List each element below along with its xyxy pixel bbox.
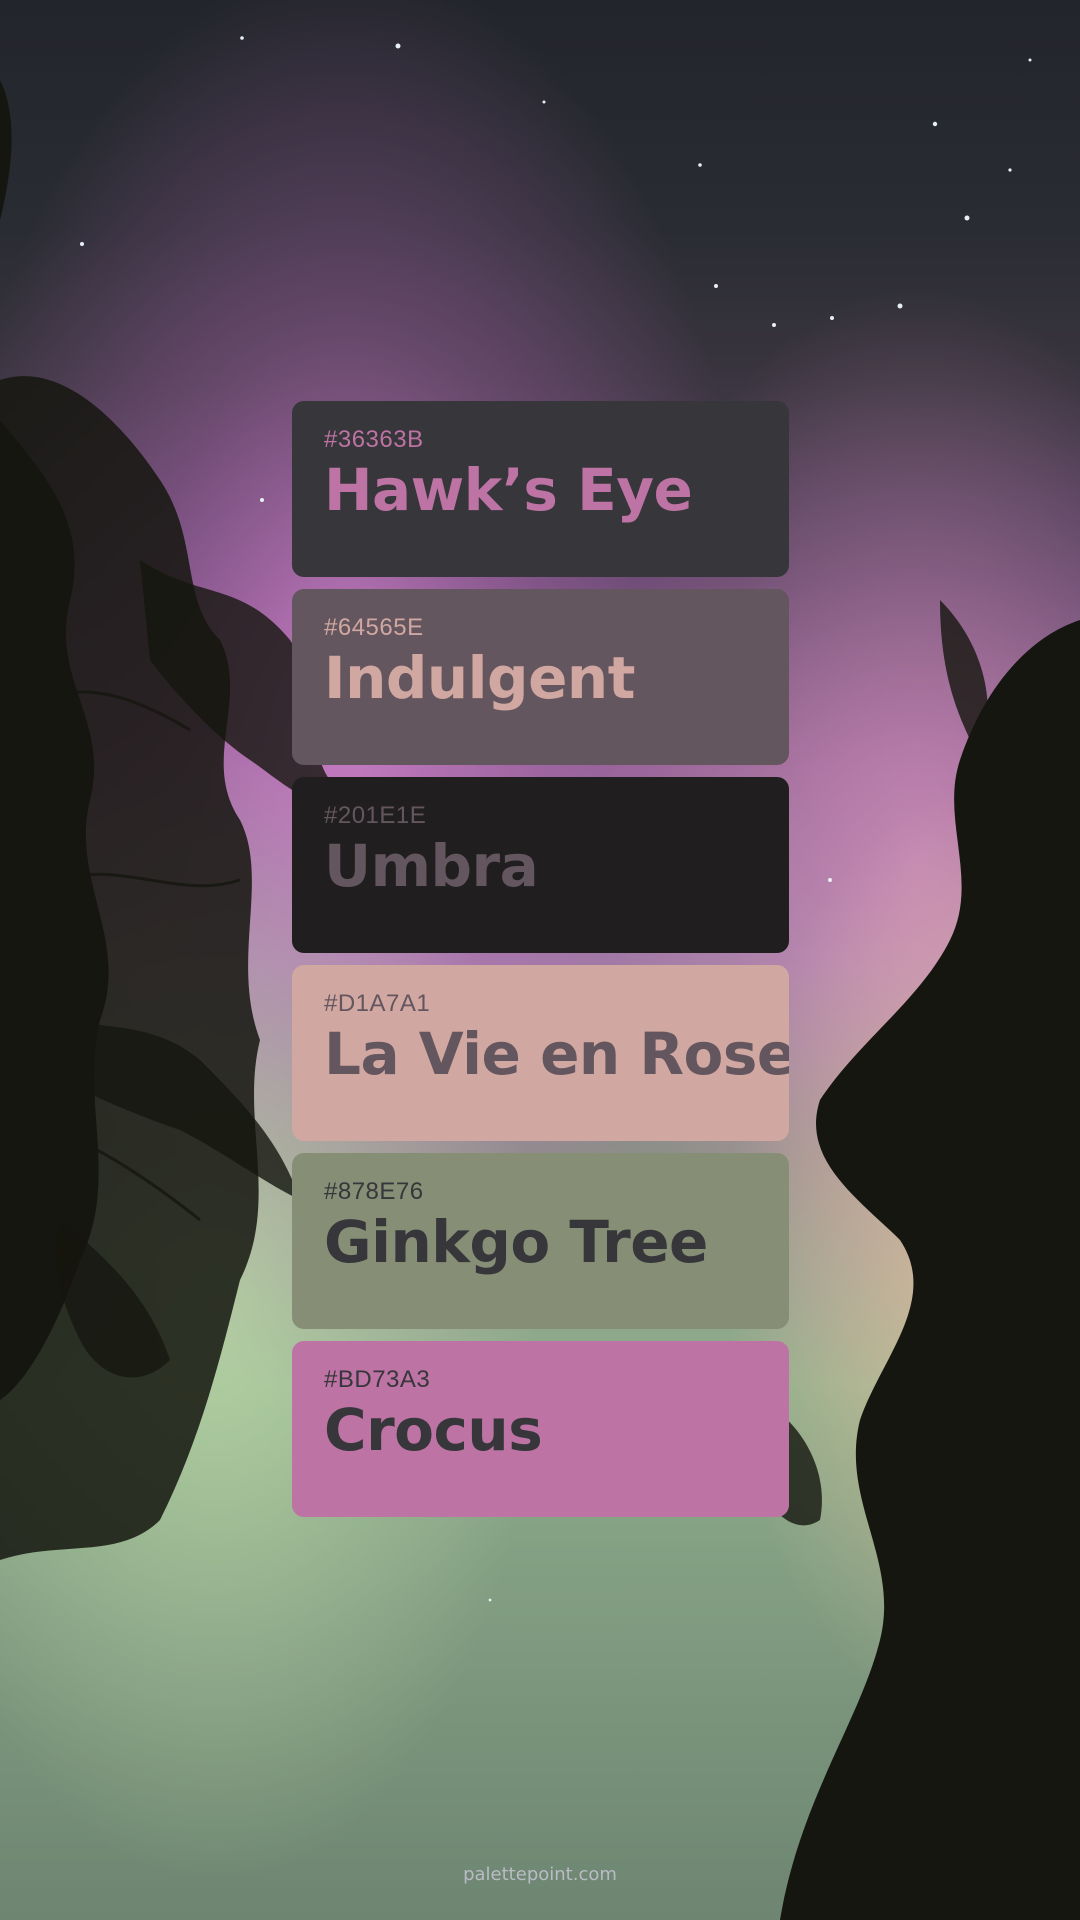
swatch-color-name: Indulgent xyxy=(324,644,635,712)
swatch-card-umbra: #201E1E Umbra xyxy=(292,777,789,953)
swatch-card-indulgent: #64565E Indulgent xyxy=(292,589,789,765)
swatch-color-name: Umbra xyxy=(324,832,539,900)
palette-swatch-list: #36363B Hawk’s Eye #64565E Indulgent #20… xyxy=(292,401,789,1529)
swatch-hex-code: #BD73A3 xyxy=(324,1366,431,1393)
swatch-hex-code: #201E1E xyxy=(324,802,427,829)
swatch-hex-code: #D1A7A1 xyxy=(324,990,431,1017)
swatch-hex-code: #36363B xyxy=(324,426,424,453)
swatch-card-ginkgo-tree: #878E76 Ginkgo Tree xyxy=(292,1153,789,1329)
swatch-card-la-vie-en-rose: #D1A7A1 La Vie en Rose xyxy=(292,965,789,1141)
swatch-card-crocus: #BD73A3 Crocus xyxy=(292,1341,789,1517)
swatch-color-name: Hawk’s Eye xyxy=(324,456,693,524)
swatch-color-name: La Vie en Rose xyxy=(324,1020,789,1088)
swatch-hex-code: #64565E xyxy=(324,614,424,641)
swatch-hex-code: #878E76 xyxy=(324,1178,424,1205)
swatch-card-hawks-eye: #36363B Hawk’s Eye xyxy=(292,401,789,577)
swatch-color-name: Ginkgo Tree xyxy=(324,1208,708,1276)
site-credit-footer: palettepoint.com xyxy=(463,1864,617,1885)
swatch-color-name: Crocus xyxy=(324,1396,543,1464)
